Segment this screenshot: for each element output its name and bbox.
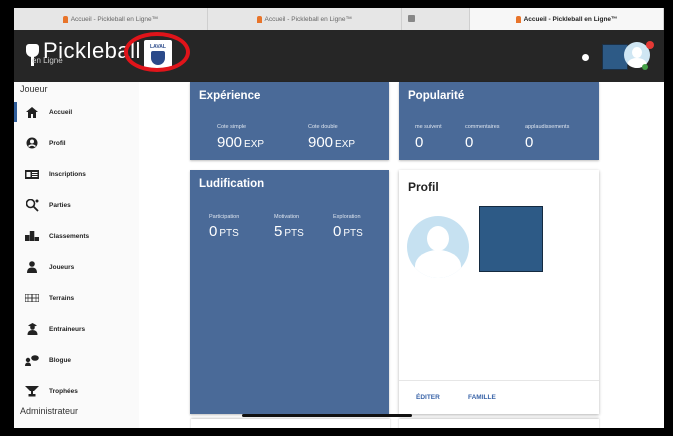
online-status-badge — [642, 64, 648, 70]
stat-value: 5 PTS — [274, 223, 304, 240]
id-card-icon — [25, 168, 39, 180]
stat-label: commentaires — [465, 124, 500, 130]
popularite-card: Popularité me suivent 0 commentaires 0 a… — [399, 82, 599, 160]
stat-value: 0 — [415, 134, 424, 151]
browser-tab-active[interactable]: Accueil - Pickleball en Ligne™ — [470, 8, 664, 30]
sidebar-item-profil[interactable]: Profil — [14, 129, 139, 157]
browser-tab-close[interactable] — [402, 8, 471, 30]
next-card — [191, 419, 390, 428]
person-icon — [25, 261, 39, 273]
card-title: Ludification — [199, 178, 265, 190]
tab-bar: Accueil - Pickleball en Ligne™ Accueil -… — [14, 8, 664, 30]
paddle-icon — [25, 198, 39, 212]
edit-button[interactable]: ÉDITER — [416, 394, 440, 401]
card-title: Expérience — [199, 90, 261, 102]
sidebar-item-label: Accueil — [49, 108, 73, 116]
card-divider — [399, 380, 599, 381]
pickleball-favicon-icon — [62, 15, 68, 23]
stat-value: 0 — [465, 134, 474, 151]
close-tab-icon[interactable] — [407, 15, 415, 22]
redacted-block — [479, 206, 543, 272]
sidebar-section-joueur: Joueur — [20, 84, 48, 94]
sidebar-item-label: Blogue — [49, 356, 72, 364]
next-card — [399, 419, 599, 428]
sidebar-item-label: Inscriptions — [49, 170, 86, 178]
sidebar-item-terrains[interactable]: Terrains — [14, 284, 139, 312]
sidebar-item-trophees[interactable]: Trophées — [14, 377, 139, 405]
highlight-circle — [124, 32, 190, 72]
stat-value: 0 — [525, 134, 534, 151]
famille-button[interactable]: FAMILLE — [468, 394, 496, 401]
sidebar-section-administrateur: Administrateur — [20, 406, 79, 416]
main-content: Expérience Cote simple 900 EXP Cote doubl… — [139, 82, 664, 428]
stat-value: 900 EXP — [217, 134, 265, 151]
card-title: Profil — [408, 180, 439, 194]
profil-card: Profil ÉDITER FAMILLE — [399, 170, 599, 414]
stat-label: Exploration — [333, 214, 361, 220]
sidebar-item-label: Terrains — [49, 294, 75, 302]
tab-label: Accueil - Pickleball en Ligne™ — [70, 15, 159, 23]
chat-icon — [25, 354, 39, 366]
podium-icon — [25, 230, 39, 242]
app-header: Pickleball en Ligne LAVAL — [14, 30, 664, 82]
sidebar-item-label: Profil — [49, 139, 66, 147]
home-icon — [25, 106, 39, 118]
pickleball-favicon-icon — [515, 15, 521, 23]
sidebar-item-classements[interactable]: Classements — [14, 222, 139, 250]
stat-value: 900 EXP — [308, 134, 356, 151]
stat-label: Cote double — [308, 124, 338, 130]
notification-dot-icon[interactable] — [582, 54, 589, 61]
home-indicator[interactable] — [242, 414, 412, 417]
sidebar-item-label: Joueurs — [49, 263, 75, 271]
sidebar-item-label: Entraineurs — [49, 325, 86, 333]
account-icon — [25, 137, 39, 149]
tab-label: Accueil - Pickleball en Ligne™ — [523, 15, 618, 23]
trophy-icon — [25, 385, 39, 397]
sidebar-item-joueurs[interactable]: Joueurs — [14, 253, 139, 281]
browser-tab[interactable]: Accueil - Pickleball en Ligne™ — [14, 8, 208, 30]
stat-label: Participation — [209, 214, 240, 220]
sidebar-item-inscriptions[interactable]: Inscriptions — [14, 160, 139, 188]
browser-tab[interactable]: Accueil - Pickleball en Ligne™ — [208, 8, 402, 30]
stat-value: 0 PTS — [333, 223, 363, 240]
sidebar: Joueur Accueil Profil Inscriptions Parti… — [14, 82, 140, 428]
sidebar-item-label: Parties — [49, 201, 71, 209]
device-frame: Accueil - Pickleball en Ligne™ Accueil -… — [0, 0, 673, 436]
pickleball-favicon-icon — [256, 15, 262, 23]
stat-value: 0 PTS — [209, 223, 239, 240]
stat-label: me suivent — [415, 124, 442, 130]
ludification-card: Ludification Participation 0 PTS Motivati… — [190, 170, 389, 414]
alert-badge — [646, 41, 654, 49]
sidebar-item-label: Classements — [49, 232, 90, 240]
browser-screen: Accueil - Pickleball en Ligne™ Accueil -… — [14, 8, 664, 428]
court-icon — [25, 292, 39, 304]
coach-icon — [25, 323, 39, 335]
stat-label: applaudissements — [525, 124, 570, 130]
sidebar-item-blogue[interactable]: Blogue — [14, 346, 139, 374]
stat-label: Motivation — [274, 214, 300, 220]
logo-subtitle: en Ligne — [32, 56, 63, 65]
tab-label: Accueil - Pickleball en Ligne™ — [264, 15, 352, 23]
experience-card: Expérience Cote simple 900 EXP Cote doubl… — [190, 82, 389, 160]
sidebar-item-accueil[interactable]: Accueil — [14, 98, 139, 126]
sidebar-item-entraineurs[interactable]: Entraineurs — [14, 315, 139, 343]
sidebar-item-label: Trophées — [49, 387, 78, 395]
stat-label: Cote simple — [217, 124, 247, 130]
sidebar-item-parties[interactable]: Parties — [14, 191, 139, 219]
profile-avatar[interactable] — [407, 216, 469, 278]
card-title: Popularité — [408, 90, 465, 102]
